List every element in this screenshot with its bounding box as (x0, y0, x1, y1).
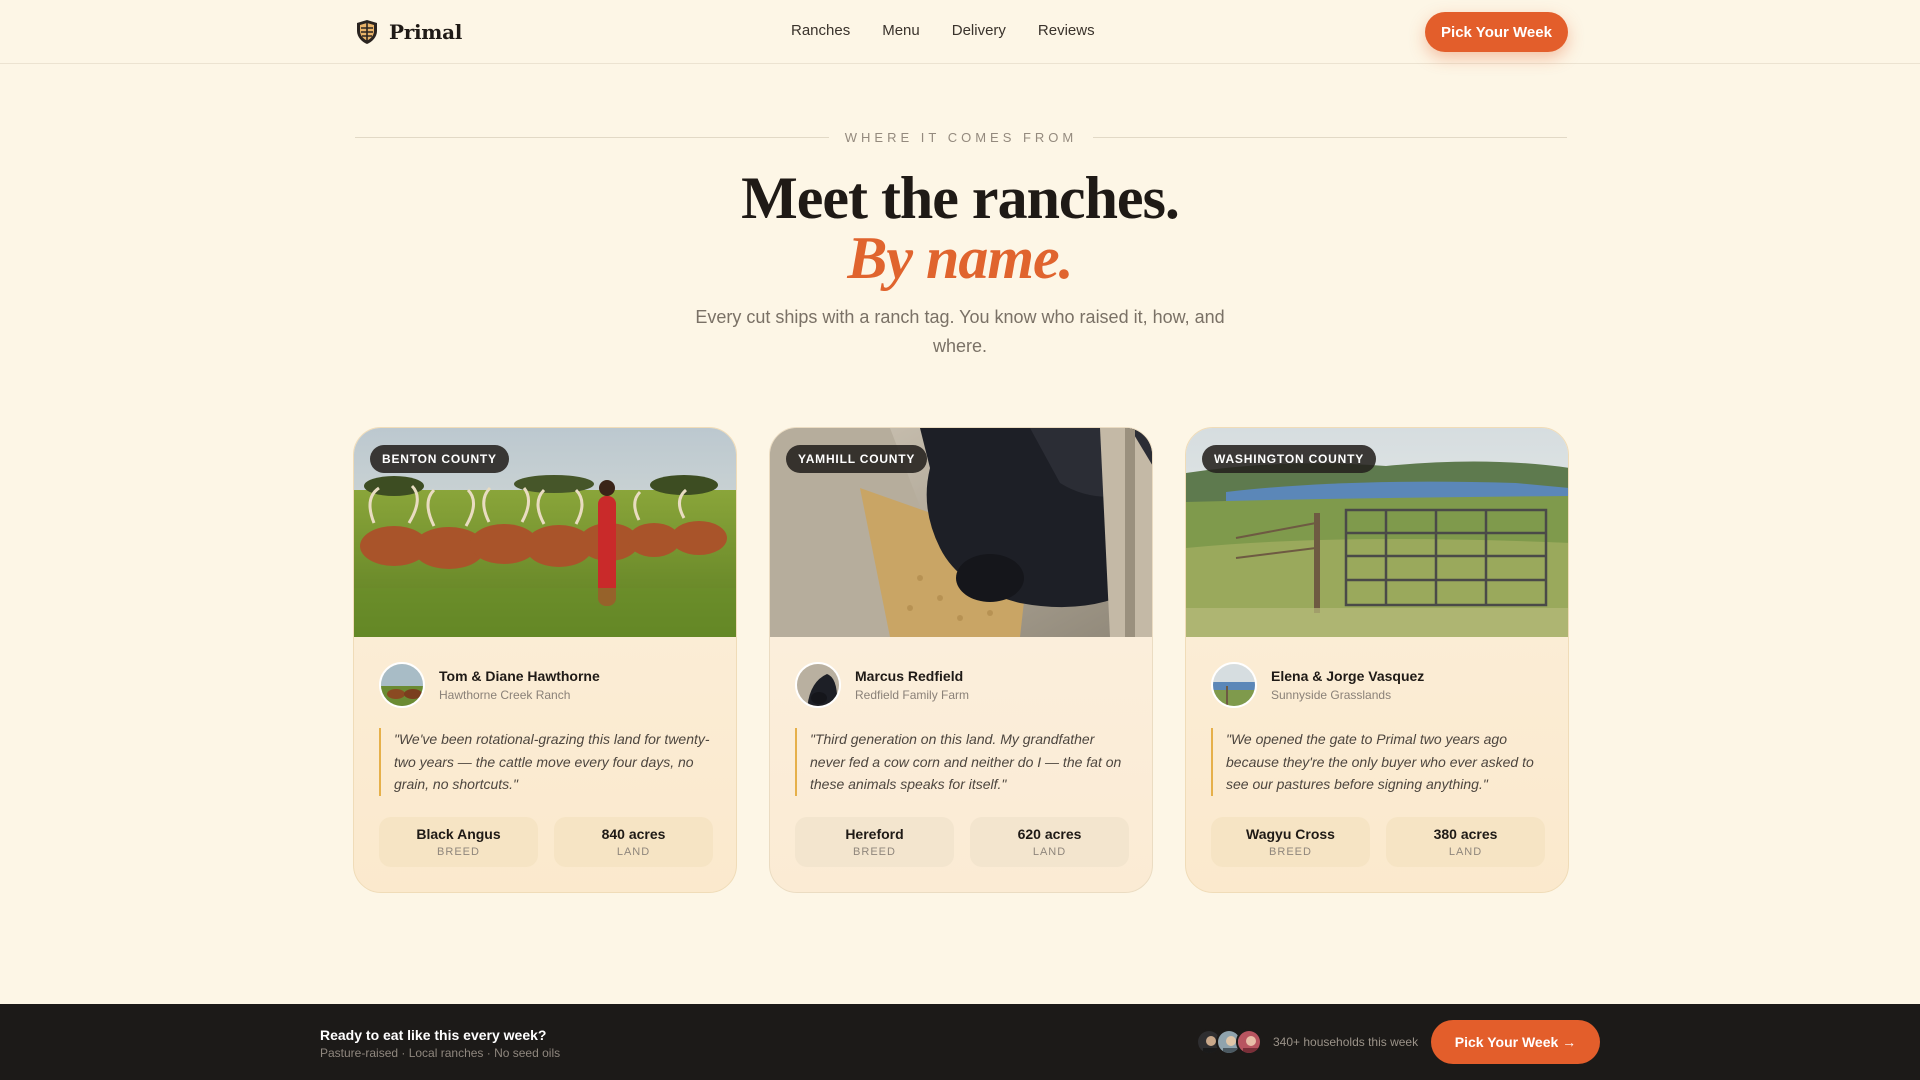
rancher-info: Tom & Diane Hawthorne Hawthorne Creek Ra… (379, 662, 600, 708)
land-value: 840 acres (601, 826, 666, 842)
breed-value: Wagyu Cross (1246, 826, 1335, 842)
nav-link-ranches[interactable]: Ranches (791, 22, 850, 39)
breed-value: Black Angus (416, 826, 501, 842)
cta-bar-title: Ready to eat like this every week? (320, 1027, 547, 1043)
land-stat: 380 acres LAND (1386, 817, 1545, 867)
county-badge: WASHINGTON COUNTY (1202, 445, 1377, 473)
brand-name: Primal (389, 20, 463, 44)
breed-label: BREED (437, 846, 480, 858)
hero-subhead: Every cut ships with a ranch tag. You kn… (695, 307, 1225, 356)
avatar (1236, 1029, 1262, 1055)
county-badge: BENTON COUNTY (370, 445, 509, 473)
avatar (795, 662, 841, 708)
top-nav: Primal Ranches Menu Delivery Reviews Pic… (0, 0, 1920, 64)
breed-label: BREED (853, 846, 896, 858)
ranch-card-redfield[interactable]: YAMHILL COUNTY Marcus Redfield Redfield … (769, 427, 1153, 893)
pick-your-week-button[interactable]: Pick Your Week → (1431, 1020, 1600, 1064)
ranch-photo: YAMHILL COUNTY (770, 428, 1152, 637)
land-value: 380 acres (1433, 826, 1498, 842)
avatar (379, 662, 425, 708)
ranch-stats: Hereford BREED 620 acres LAND (795, 817, 1129, 867)
land-label: LAND (616, 846, 651, 858)
land-label: LAND (1448, 846, 1483, 858)
ranch-name: Sunnyside Grasslands (1271, 688, 1392, 702)
breed-label: BREED (1269, 846, 1312, 858)
ranch-name: Redfield Family Farm (855, 688, 970, 702)
rancher-quote: "We've been rotational-grazing this land… (379, 728, 715, 796)
sticky-cta-bar: Ready to eat like this every week? Pastu… (0, 1004, 1920, 1080)
ranch-card-hawthorne[interactable]: BENTON COUNTY Tom & Diane Hawthorne Hawt… (353, 427, 737, 893)
nav-links: Ranches Menu Delivery Reviews (791, 22, 1127, 39)
rancher-quote: "Third generation on this land. My grand… (795, 728, 1131, 796)
shield-icon (357, 20, 377, 44)
rancher-name: Marcus Redfield (855, 668, 964, 684)
ranch-photo: BENTON COUNTY (354, 428, 736, 637)
land-label: LAND (1032, 846, 1067, 858)
land-stat: 840 acres LAND (554, 817, 713, 867)
avatar (1211, 662, 1257, 708)
ranch-stats: Black Angus BREED 840 acres LAND (379, 817, 713, 867)
rancher-info: Marcus Redfield Redfield Family Farm (795, 662, 969, 708)
customer-avatars (1196, 1029, 1264, 1055)
breed-stat: Hereford BREED (795, 817, 954, 867)
nav-link-reviews[interactable]: Reviews (1038, 22, 1095, 39)
land-value: 620 acres (1017, 826, 1082, 842)
nav-link-delivery[interactable]: Delivery (952, 22, 1006, 39)
rancher-name: Tom & Diane Hawthorne (439, 668, 600, 684)
county-badge: YAMHILL COUNTY (786, 445, 928, 473)
divider (1093, 136, 1568, 138)
ranch-photo: WASHINGTON COUNTY (1186, 428, 1568, 637)
households-count: 340+ households this week (1273, 1035, 1419, 1049)
brand-logo[interactable]: Primal (355, 18, 462, 46)
nav-link-menu[interactable]: Menu (882, 22, 920, 39)
page-title: Meet the ranches. (741, 165, 1180, 231)
rancher-info: Elena & Jorge Vasquez Sunnyside Grasslan… (1211, 662, 1424, 708)
breed-value: Hereford (845, 826, 904, 842)
pick-your-week-button[interactable]: Pick Your Week (1425, 12, 1568, 52)
eyebrow-row: WHERE IT COMES FROM (355, 127, 1568, 147)
ranch-card-vasquez[interactable]: WASHINGTON COUNTY Elena & Jorge Vasquez … (1185, 427, 1569, 893)
cta-bar-subtitle: Pasture-raised · Local ranches · No seed… (320, 1046, 561, 1060)
divider (355, 136, 829, 138)
land-stat: 620 acres LAND (970, 817, 1129, 867)
rancher-name: Elena & Jorge Vasquez (1271, 668, 1425, 684)
breed-stat: Wagyu Cross BREED (1211, 817, 1370, 867)
rancher-quote: "We opened the gate to Primal two years … (1211, 728, 1547, 796)
section-eyebrow: WHERE IT COMES FROM (844, 129, 1078, 145)
ranch-name: Hawthorne Creek Ranch (439, 688, 571, 702)
breed-stat: Black Angus BREED (379, 817, 538, 867)
page-title-accent: By name. (847, 225, 1073, 291)
ranch-stats: Wagyu Cross BREED 380 acres LAND (1211, 817, 1545, 867)
